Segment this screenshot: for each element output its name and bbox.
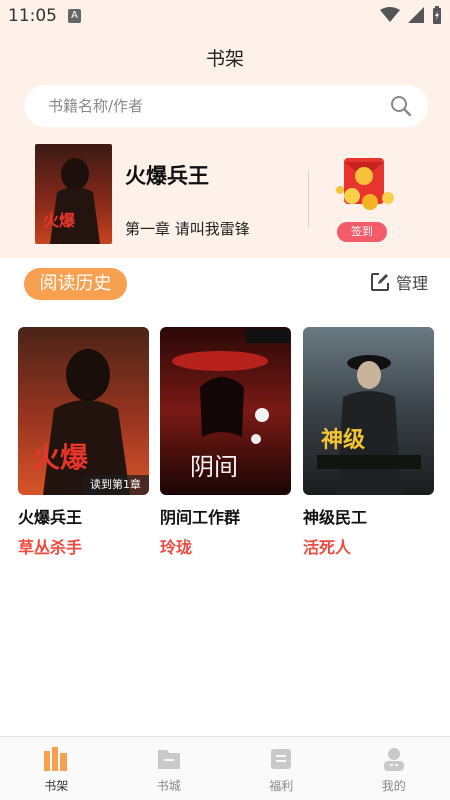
bottom-nav: 书架 书城 福利 我的 [0, 736, 450, 800]
bookshelf-icon [44, 747, 68, 771]
nav-profile[interactable]: 我的 [338, 737, 450, 800]
status-bar: 11:05 A [0, 0, 450, 32]
reading-history-label: 阅读历史 [24, 268, 127, 300]
progress-badge: 读到第1章 [82, 475, 149, 495]
edit-icon [370, 273, 389, 291]
search-input[interactable] [48, 85, 368, 127]
svg-text:火爆: 火爆 [43, 211, 76, 230]
signin-button[interactable]: 签到 [337, 222, 387, 242]
nav-label: 我的 [381, 779, 406, 793]
svg-text:火爆: 火爆 [32, 441, 89, 474]
book-card[interactable]: 阴间 阴间工作群 玲珑 [160, 327, 291, 558]
book-title: 阴间工作群 [160, 508, 241, 527]
book-author: 活死人 [303, 538, 352, 557]
current-book-title: 火爆兵王 [125, 164, 209, 188]
battery-icon [433, 6, 441, 24]
page-title: 书架 [205, 48, 244, 70]
nav-welfare[interactable]: 福利 [225, 737, 338, 800]
bookstore-icon [157, 750, 180, 769]
book-title: 神级民工 [303, 508, 368, 527]
svg-text:神级: 神级 [321, 427, 365, 453]
profile-icon [383, 748, 404, 771]
nav-label: 书城 [156, 779, 181, 793]
current-book-cover[interactable]: 火爆 [35, 144, 112, 244]
book-cover[interactable]: 火爆 读到第1章 [18, 327, 149, 495]
manage-button[interactable]: 管理 [370, 270, 428, 294]
svg-text:阴间: 阴间 [190, 453, 238, 481]
book-author: 草丛杀手 [18, 538, 83, 557]
notification-icon: A [68, 9, 81, 23]
current-chapter: 第一章 请叫我雷锋 [125, 220, 250, 238]
welfare-icon [271, 749, 292, 769]
book-title: 火爆兵王 [18, 508, 83, 527]
nav-label: 书架 [44, 779, 69, 793]
search-icon[interactable] [390, 95, 412, 117]
signal-icon [408, 7, 424, 23]
gift-icon[interactable] [330, 150, 402, 218]
status-time: 11:05 [8, 6, 57, 26]
divider [308, 170, 309, 228]
book-cover[interactable]: 神级 [303, 327, 434, 495]
nav-label: 福利 [269, 779, 294, 793]
book-card[interactable]: 火爆 读到第1章 火爆兵王 草丛杀手 [18, 327, 149, 558]
search-bar[interactable] [24, 85, 428, 127]
book-author: 玲珑 [160, 538, 193, 557]
status-icons [380, 6, 442, 24]
wifi-icon [380, 7, 400, 22]
manage-label: 管理 [395, 274, 428, 293]
book-cover[interactable]: 阴间 [160, 327, 291, 495]
nav-bookstore[interactable]: 书城 [113, 737, 226, 800]
current-reading-card[interactable]: 火爆 火爆兵王 第一章 请叫我雷锋 [35, 144, 305, 244]
nav-bookshelf[interactable]: 书架 [0, 737, 113, 800]
book-card[interactable]: 神级 神级民工 活死人 [303, 327, 434, 558]
book-grid: 火爆 读到第1章 火爆兵王 草丛杀手 阴间 阴间工作群 玲珑 神级 神级民工 活… [18, 327, 438, 557]
